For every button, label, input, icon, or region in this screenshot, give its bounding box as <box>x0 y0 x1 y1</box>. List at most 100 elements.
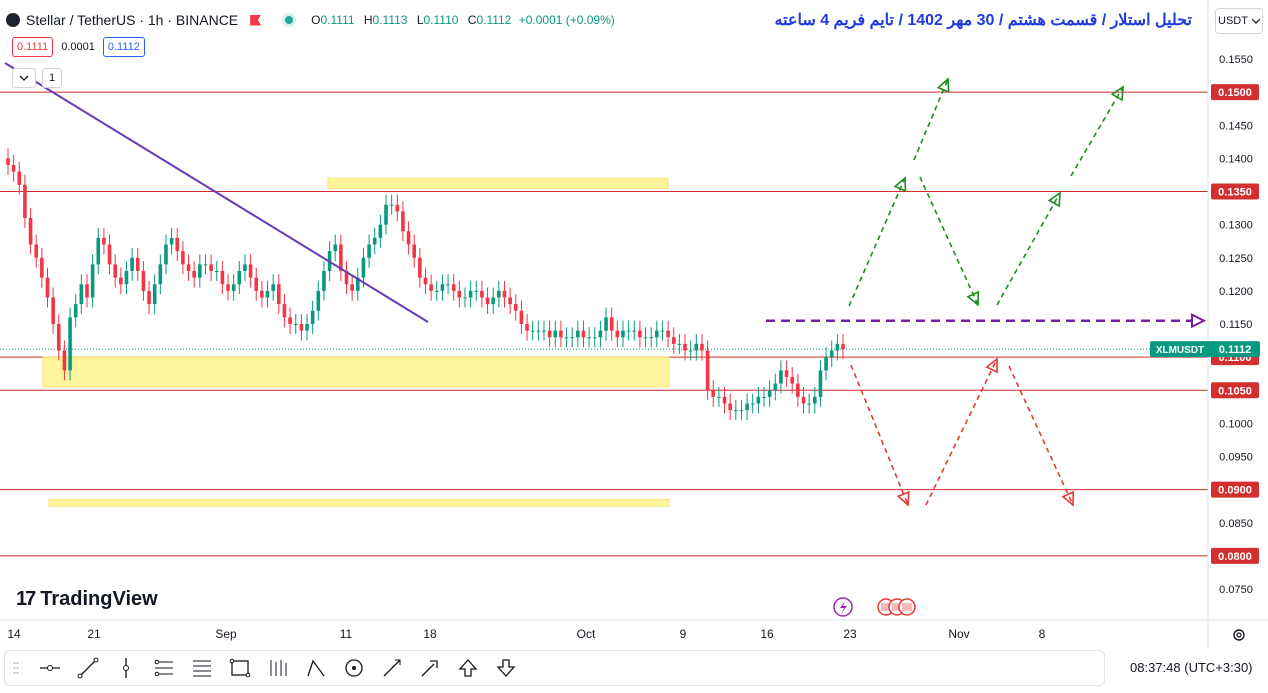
clock[interactable]: 08:37:48 (UTC+3:30) <box>1130 660 1253 675</box>
fib-retracement-icon <box>193 660 211 677</box>
market-status-icon <box>285 16 294 24</box>
fib-retracement-tool[interactable] <box>183 652 221 684</box>
low-value: 0.1110 <box>423 13 459 27</box>
candle-body <box>807 403 811 405</box>
trend-line-tool[interactable] <box>69 652 107 684</box>
candle-body <box>750 403 755 405</box>
x-tick-label: 11 <box>340 627 353 641</box>
candle-body <box>361 257 366 278</box>
currency-select[interactable]: USDT <box>1215 8 1263 34</box>
candle-body <box>429 284 433 291</box>
candle-body <box>581 330 586 338</box>
candle-body <box>350 284 354 291</box>
circle-tool[interactable] <box>335 652 373 684</box>
supply-demand-zone <box>327 177 669 189</box>
candle-body <box>621 330 625 338</box>
y-tick-label: 0.0950 <box>1219 452 1253 464</box>
arrow-up-tool[interactable] <box>449 652 487 684</box>
candle-body <box>384 204 388 225</box>
candle-body <box>310 310 315 324</box>
supply-demand-zone <box>42 356 670 388</box>
tradingview-logo[interactable]: 17 TradingView <box>16 588 158 611</box>
candle-body <box>796 383 800 397</box>
candle-body <box>203 264 208 266</box>
candle-body <box>655 330 659 338</box>
change-value: +0.0001 (+0.09%) <box>518 13 615 27</box>
x-tick-label: Oct <box>577 627 596 641</box>
candle-body <box>451 284 456 291</box>
candle-body <box>220 271 225 285</box>
candle-body <box>824 357 828 371</box>
candle-body <box>322 271 326 291</box>
candle-body <box>643 337 648 339</box>
candle-body <box>485 297 490 305</box>
candle-body <box>164 244 168 265</box>
candle-body <box>389 204 394 206</box>
candle-body <box>553 330 558 338</box>
price-chart[interactable]: 0.15000.13500.11000.10500.09000.08000.15… <box>0 0 1268 688</box>
open-value: 0.1111 <box>320 13 355 27</box>
candle-body <box>773 383 778 391</box>
vertical-line-tool[interactable] <box>107 652 145 684</box>
bearish-path-arrow-head <box>1061 490 1075 507</box>
long-position-icon <box>270 660 287 676</box>
candle-body <box>762 396 766 398</box>
symbol-title[interactable]: Stellar / TetherUS · 1h · BINANCE <box>26 12 238 28</box>
candle-body <box>480 290 484 298</box>
candle-body <box>649 337 653 339</box>
x-tick-label: Sep <box>215 627 237 641</box>
chart-area[interactable]: 0.1500 0.1350 0.1100 0.1050 0.0900 0.0800 0.15… <box>0 0 1268 688</box>
candle-body <box>711 390 716 397</box>
candle-body <box>745 403 749 411</box>
trend-line-icon <box>77 657 99 679</box>
candle-body <box>502 290 507 298</box>
candle-body <box>463 297 467 299</box>
sell-button[interactable]: 0.1111 <box>12 37 54 57</box>
stellar-logo-icon <box>6 13 20 27</box>
candle-body <box>248 264 253 278</box>
x-tick-label: 9 <box>680 627 687 641</box>
symbol-tag-label: XLMUSDT <box>1156 345 1204 356</box>
level-price-label: 0.1500 <box>1218 87 1252 99</box>
candle-body <box>542 330 546 332</box>
candle-body <box>254 277 259 291</box>
candle-body <box>147 290 151 305</box>
candle-body <box>457 290 462 298</box>
currency-label: USDT <box>1218 15 1248 27</box>
candle-body <box>530 330 535 332</box>
collapse-indicators-button[interactable] <box>12 68 36 88</box>
buy-button[interactable]: 0.1112 <box>102 37 145 57</box>
arrow-tool[interactable] <box>411 652 449 684</box>
candle-body <box>564 337 569 339</box>
horizontal-ray-tool[interactable] <box>31 652 69 684</box>
candle-body <box>671 337 676 344</box>
candle-body <box>598 330 603 338</box>
bullish-path-arrow <box>913 78 949 161</box>
bearish-path-arrow <box>925 358 998 506</box>
long-position-tool[interactable] <box>259 652 297 684</box>
brush-tool[interactable] <box>373 652 411 684</box>
bearish-path-arrow <box>1008 365 1074 506</box>
open-label: O <box>311 13 321 27</box>
candle-body <box>638 330 642 338</box>
spread-value: 0.0001 <box>61 41 95 53</box>
grip-icon[interactable] <box>13 661 19 675</box>
candle-body <box>677 343 682 345</box>
pattern-tool[interactable] <box>297 652 335 684</box>
candle-body <box>818 370 823 397</box>
candle-body <box>277 284 281 305</box>
gear-icon[interactable] <box>1231 627 1247 643</box>
candle-body <box>107 244 112 265</box>
candle-body <box>406 231 411 245</box>
indicator-count-badge[interactable]: 1 <box>42 68 63 88</box>
arrow-down-tool[interactable] <box>487 652 525 684</box>
flag-icon[interactable] <box>250 14 262 26</box>
parallel-channel-icon <box>154 659 173 677</box>
y-tick-label: 0.1200 <box>1219 286 1253 298</box>
parallel-channel-tool[interactable] <box>145 652 183 684</box>
bullish-path-arrow <box>848 177 906 307</box>
rectangle-tool[interactable] <box>221 652 259 684</box>
candle-body <box>722 396 727 404</box>
candle-body <box>130 257 134 271</box>
bullish-path-arrow-head <box>1110 85 1124 102</box>
